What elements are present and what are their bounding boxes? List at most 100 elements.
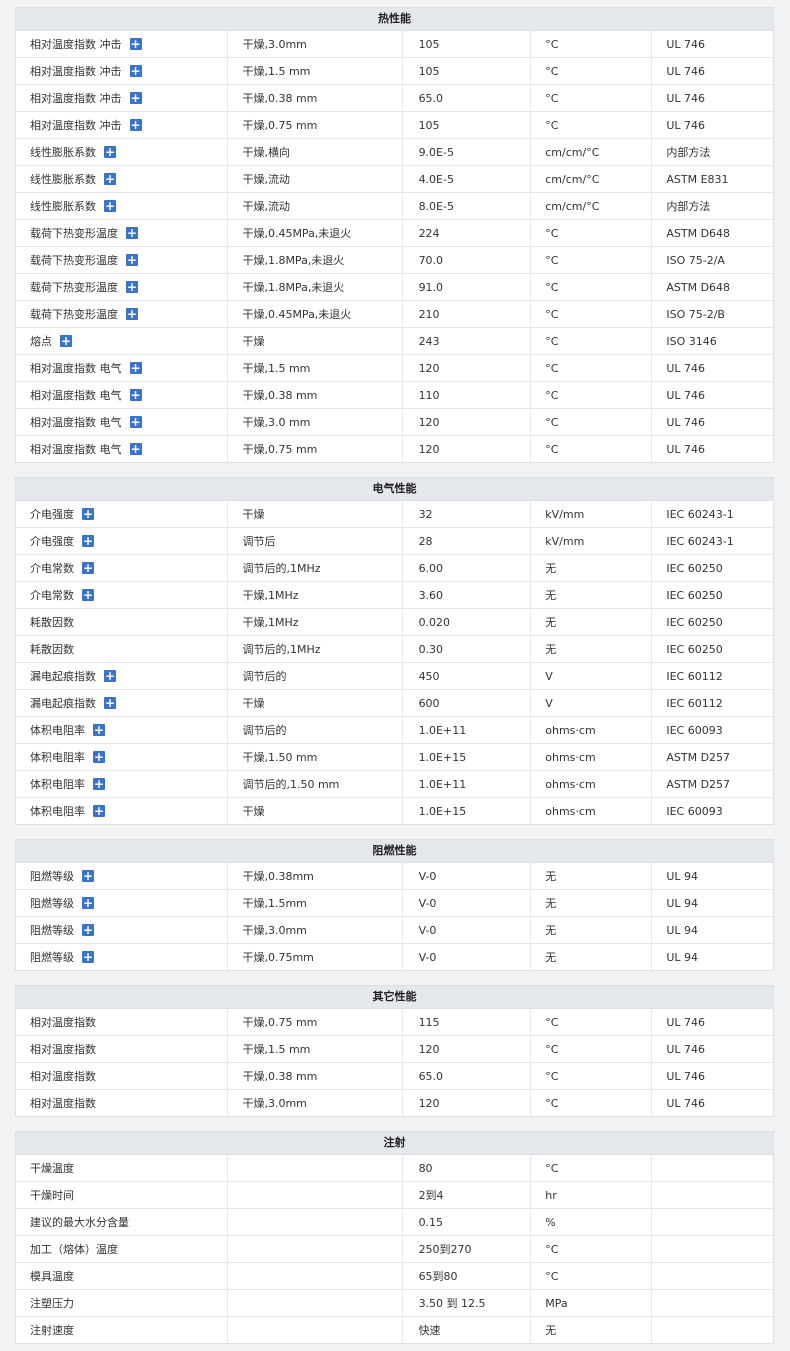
test-method-cell: IEC 60093 [666, 804, 723, 818]
plus-icon[interactable]: + [82, 562, 94, 574]
plus-icon[interactable]: + [104, 173, 116, 185]
unit-cell: cm/cm/°C [530, 165, 653, 193]
property-name: 相对温度指数 [30, 1043, 96, 1056]
property-name-cell: 阻燃等级 + [16, 863, 229, 890]
test-method-cell [651, 1181, 773, 1209]
plus-icon[interactable]: + [126, 254, 138, 266]
plus-icon[interactable]: + [126, 227, 138, 239]
unit-cell: cm/cm/°C [530, 138, 653, 166]
plus-icon[interactable]: + [129, 92, 142, 104]
plus-icon[interactable]: + [60, 335, 72, 347]
value-cell: 105 [402, 31, 532, 58]
value-cell: 243 [402, 327, 532, 355]
unit-cell: °C [530, 408, 653, 436]
value-cell: 8.0E-5 [402, 192, 532, 220]
value-cell: 0.15 [402, 1208, 532, 1236]
value-cell: 120 [402, 1035, 532, 1063]
test-method-cell: IEC 60250 [651, 608, 773, 636]
section-title: 热性能 [16, 8, 773, 31]
property-table: 介电强度 + 干燥 32 kV/mm IEC 60243-1 介电强度 + 调节后 28 kV/mm… [16, 501, 773, 824]
test-method-cell [651, 1262, 773, 1290]
condition-cell: 干燥,0.45MPa,未退火 [227, 219, 403, 247]
unit-cell: °C [530, 1062, 653, 1090]
property-name-cell: 阻燃等级 + [16, 916, 229, 944]
plus-icon[interactable]: + [82, 951, 94, 963]
property-table: 干燥温度 80 °C 干燥时间 2到4 hr 建议的最大水分含量 0.15% 加工（熔体）温度 2… [16, 1155, 773, 1343]
unit-cell: V [530, 689, 653, 717]
unit-cell: °C [530, 111, 653, 139]
test-method-cell: UL 746 [651, 1062, 773, 1090]
plus-icon[interactable]: + [93, 778, 105, 790]
test-method-cell: ASTM D257 [651, 743, 773, 771]
section-0: 热性能 相对温度指数 冲击 + 干燥,3.0mm 105 °C UL 746 相对温度指数 冲… [15, 7, 774, 463]
value-cell: 120 [402, 354, 532, 382]
plus-icon[interactable]: + [82, 870, 94, 882]
test-method-cell: IEC 60112 [651, 662, 773, 690]
test-method-cell: 内部方法 [651, 138, 773, 166]
plus-icon[interactable]: + [129, 362, 142, 374]
value-cell: V-0 [402, 916, 532, 944]
value-cell: 65.0 [402, 84, 532, 112]
condition-cell: 干燥,1MHz [227, 581, 403, 609]
property-name-cell: 载荷下热变形温度 + [16, 246, 229, 274]
plus-icon[interactable]: + [129, 119, 142, 131]
property-name: 相对温度指数 冲击 [30, 38, 122, 51]
property-name: 介电强度 [30, 508, 74, 521]
test-method-cell: UL 94 [651, 916, 773, 944]
plus-icon[interactable]: + [93, 724, 105, 736]
test-method-cell [651, 1155, 773, 1182]
table-row: 阻燃等级 + 干燥,0.75mm V-0 无 UL 94 [16, 943, 773, 970]
plus-icon[interactable]: + [82, 924, 94, 936]
unit-cell: °C [530, 327, 653, 355]
property-name: 漏电起痕指数 [30, 697, 96, 710]
condition-cell: 调节后的,1MHz [227, 554, 403, 582]
plus-icon[interactable]: + [104, 200, 116, 212]
property-name: 干燥时间 [30, 1189, 74, 1202]
plus-icon[interactable]: + [129, 443, 142, 455]
plus-icon[interactable]: + [104, 146, 116, 158]
table-row: 阻燃等级 + 干燥,3.0mm V-0 无 UL 94 [16, 916, 773, 944]
plus-icon[interactable]: + [82, 589, 94, 601]
condition-cell [227, 1181, 403, 1209]
unit-cell: ohms·cm [530, 770, 653, 798]
property-name: 相对温度指数 冲击 [30, 92, 122, 105]
plus-icon[interactable]: + [104, 697, 116, 709]
condition-cell: 调节后 [227, 527, 403, 555]
table-row: 相对温度指数 冲击 + 干燥,1.5 mm 105 °C UL 746 [16, 57, 773, 85]
property-name-cell: 介电常数 + [16, 581, 229, 609]
plus-icon[interactable]: + [129, 65, 142, 77]
plus-icon[interactable]: + [126, 281, 138, 293]
plus-icon[interactable]: + [93, 751, 105, 763]
plus-icon[interactable]: + [82, 535, 94, 547]
plus-icon[interactable]: + [129, 389, 142, 401]
property-name: 介电常数 [30, 589, 74, 602]
property-name-cell: 漏电起痕指数 + [16, 662, 229, 690]
unit-cell: °C [530, 1009, 653, 1036]
plus-icon[interactable]: + [93, 805, 105, 817]
condition-cell: 干燥,0.75mm [227, 943, 403, 970]
property-name-cell: 体积电阻率 + [16, 797, 229, 824]
property-name-cell: 阻燃等级 + [16, 943, 229, 970]
unit-cell: 无 [530, 608, 653, 636]
table-row: 相对温度指数 干燥,1.5 mm 120 °C UL 746 [16, 1035, 773, 1063]
plus-icon[interactable]: + [129, 416, 142, 428]
unit-cell: °C [530, 84, 653, 112]
plus-icon[interactable]: + [82, 508, 94, 520]
condition-cell: 干燥,3.0mm [227, 31, 403, 58]
value-cell: V-0 [402, 889, 532, 917]
plus-icon[interactable]: + [104, 670, 116, 682]
condition-cell: 干燥,0.38 mm [227, 84, 403, 112]
property-name: 相对温度指数 电气 [30, 443, 122, 456]
condition-cell: 干燥 [227, 501, 403, 528]
value-cell: 65到80 [402, 1262, 532, 1290]
value-cell: 105 [402, 57, 532, 85]
value-cell: 65.0 [402, 1062, 532, 1090]
plus-icon[interactable]: + [129, 38, 142, 50]
plus-icon[interactable]: + [82, 897, 94, 909]
property-name: 阻燃等级 [30, 951, 74, 964]
table-row: 建议的最大水分含量 0.15% [16, 1208, 773, 1236]
plus-icon[interactable]: + [126, 308, 138, 320]
property-name: 线性膨胀系数 [30, 146, 96, 159]
property-name-cell: 漏电起痕指数 + [16, 689, 229, 717]
table-row: 载荷下热变形温度 + 干燥,1.8MPa,未退火 91.0 °C ASTM D648 [16, 273, 773, 301]
